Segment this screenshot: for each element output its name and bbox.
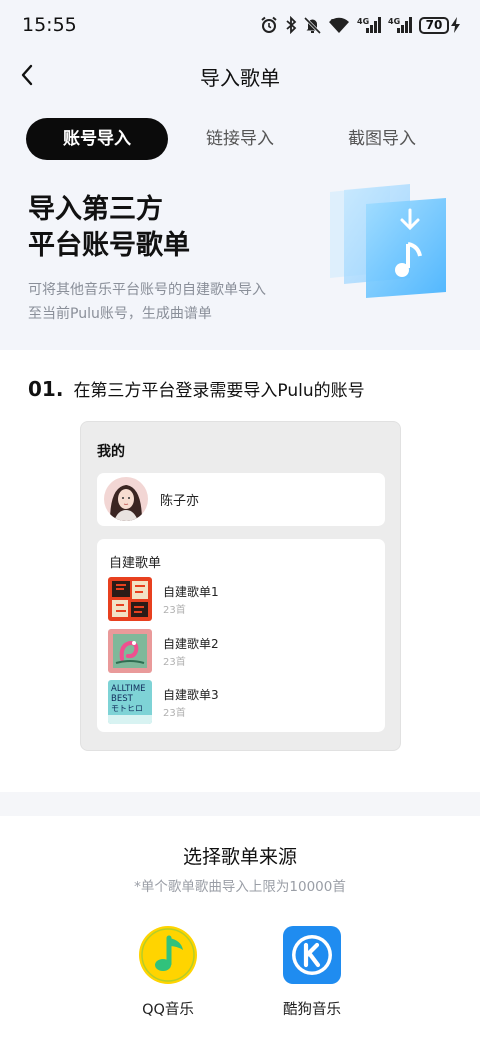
playlist-name: 自建歌单2 <box>163 637 219 651</box>
hero-desc-line1: 可将其他音乐平台账号的自建歌单导入 <box>28 282 266 298</box>
source-sheet-title: 选择歌单来源 <box>182 846 297 868</box>
playlist-count: 23首 <box>163 708 186 719</box>
mockup-profile-card: 陈子亦 <box>97 473 385 526</box>
instruction-mockup: 我的 陈子亦 自建歌单 自建歌单1 23首 自建歌单2 23首 ALLTIME … <box>80 421 401 751</box>
list-item: 自建歌单2 23首 <box>108 629 378 675</box>
wifi-icon: 6 <box>329 17 349 33</box>
alarm-icon <box>261 16 277 33</box>
battery-icon: 70 <box>419 16 460 34</box>
nav-bar: 导入歌单 <box>0 54 480 96</box>
source-label: 酷狗音乐 <box>283 1002 341 1018</box>
qq-music-icon <box>139 926 197 984</box>
charging-icon <box>451 17 460 33</box>
hero-title-line1: 导入第三方 <box>28 194 163 225</box>
svg-text:4G: 4G <box>388 17 400 26</box>
hero-description: 可将其他音乐平台账号的自建歌单导入 至当前Pulu账号，生成曲谱单 <box>28 278 318 326</box>
battery-level: 70 <box>419 16 449 34</box>
hero-desc-line2: 至当前Pulu账号，生成曲谱单 <box>28 306 212 322</box>
signal-4g-icon: 4G <box>388 17 412 33</box>
source-kugou-music-button[interactable]: 酷狗音乐 <box>262 924 362 1024</box>
playlist-name: 自建歌单3 <box>163 688 219 702</box>
svg-text:ALLTIME: ALLTIME <box>111 684 146 694</box>
step-instruction: 01. 在第三方平台登录需要导入Pulu的账号 <box>28 376 365 401</box>
status-bar: 15:55 6 4G 4G 70 <box>0 0 480 50</box>
bluetooth-icon <box>286 16 297 34</box>
playlist-cover-image <box>108 577 152 621</box>
playlist-count: 23首 <box>163 605 186 616</box>
kugou-music-icon <box>283 926 341 984</box>
playlist-count: 23首 <box>163 657 186 668</box>
playlist-cover-image: ALLTIME BEST モトヒロ <box>108 680 152 724</box>
mute-icon <box>304 16 321 34</box>
avatar <box>104 477 148 521</box>
hero-title-line2: 平台账号歌单 <box>28 230 190 261</box>
step-number: 01. <box>28 377 64 401</box>
svg-text:BEST: BEST <box>111 694 134 704</box>
playlist-section-title: 自建歌单 <box>109 556 162 571</box>
page-title: 导入歌单 <box>200 66 280 90</box>
playlist-cover-image <box>108 629 152 673</box>
status-time: 15:55 <box>22 14 77 36</box>
source-label: QQ音乐 <box>142 1002 194 1018</box>
svg-text:4G: 4G <box>357 17 369 26</box>
profile-name: 陈子亦 <box>160 494 200 509</box>
status-icons: 6 4G 4G 70 <box>260 14 460 36</box>
import-illustration-icon <box>330 184 446 298</box>
svg-text:6: 6 <box>330 18 335 26</box>
svg-text:モトヒロ: モトヒロ <box>111 704 143 713</box>
step-text: 在第三方平台登录需要导入Pulu的账号 <box>73 381 365 401</box>
signal-4g-icon: 4G <box>357 17 381 33</box>
source-qq-music-button[interactable]: QQ音乐 <box>118 924 218 1024</box>
import-tabs: 账号导入 链接导入 截图导入 <box>26 118 456 160</box>
tab-account-import[interactable]: 账号导入 <box>26 118 168 160</box>
source-sheet-subtitle: *单个歌单歌曲导入上限为10000首 <box>134 879 346 895</box>
list-item: 自建歌单1 23首 <box>108 577 378 623</box>
hero-title: 导入第三方 平台账号歌单 <box>28 192 308 264</box>
sheet-divider <box>0 792 480 816</box>
tab-screenshot-import[interactable]: 截图导入 <box>326 118 438 160</box>
mockup-header: 我的 <box>97 444 125 460</box>
mockup-playlist-card: 自建歌单 自建歌单1 23首 自建歌单2 23首 ALLTIME BEST モト… <box>97 539 385 732</box>
list-item: ALLTIME BEST モトヒロ 自建歌单3 23首 <box>108 680 378 726</box>
tab-link-import[interactable]: 链接导入 <box>184 118 296 160</box>
playlist-name: 自建歌单1 <box>163 585 219 599</box>
